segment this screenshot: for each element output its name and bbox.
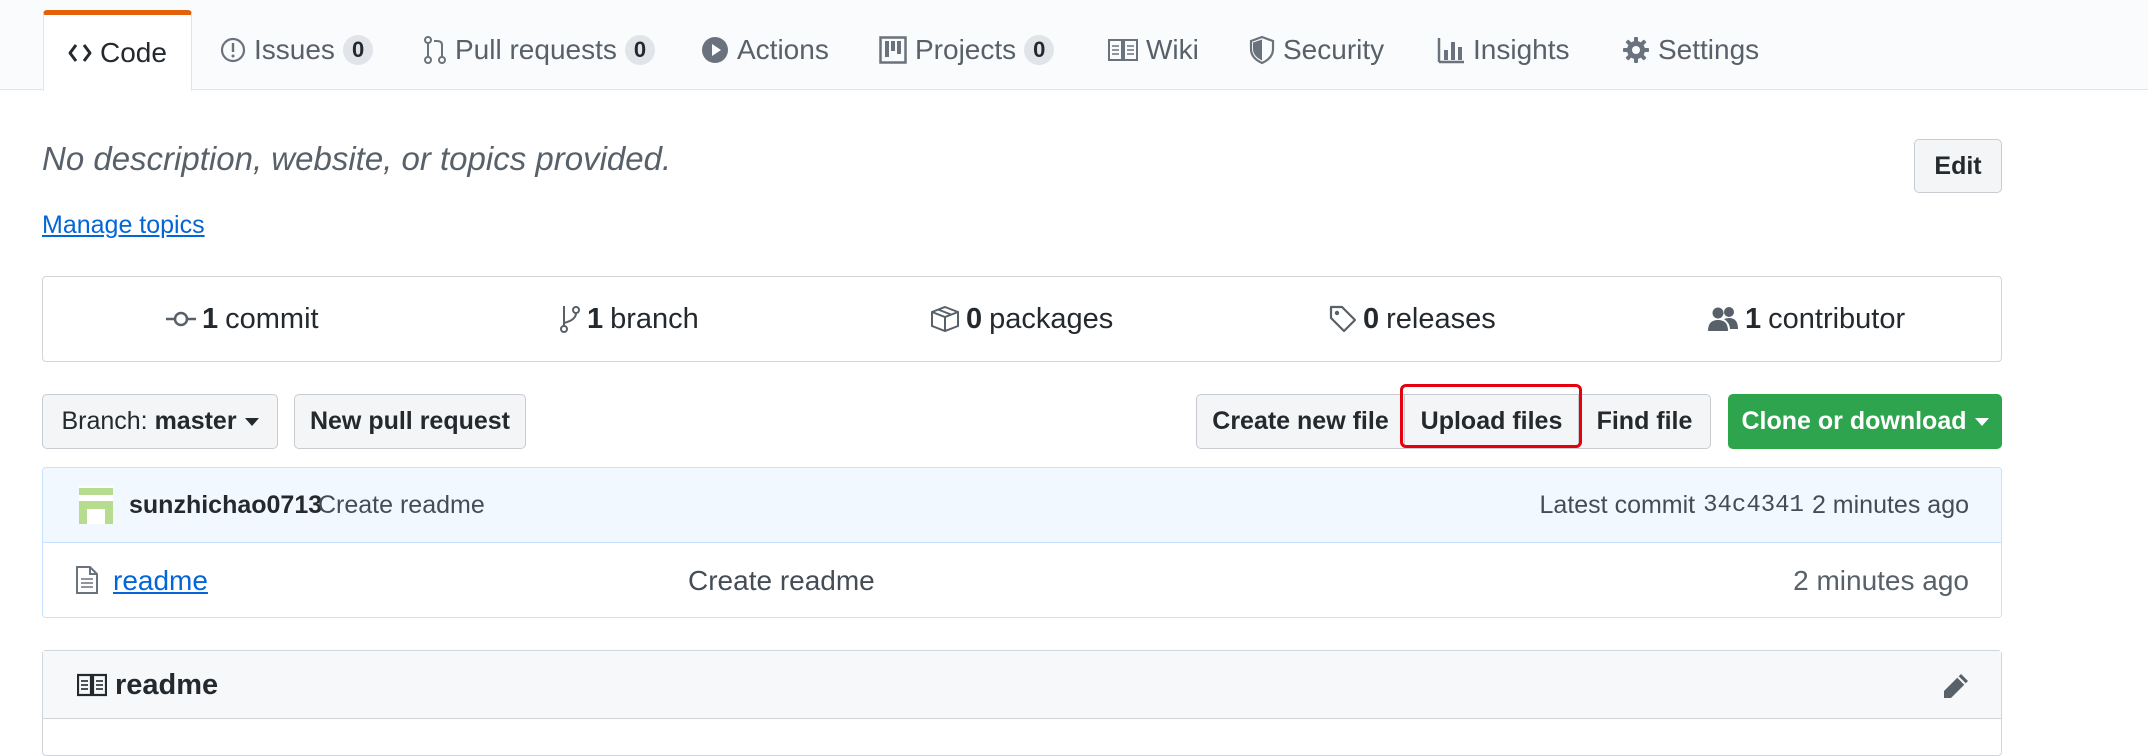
file-name-link[interactable]: readme [113,543,208,617]
latest-commit-prefix: Latest commit [1539,491,1696,519]
releases-label: releases [1386,302,1496,335]
clone-or-download-button[interactable]: Clone or download [1728,394,2002,449]
people-icon [1708,307,1738,331]
tab-settings-label: Settings [1658,34,1760,65]
commit-message-link[interactable]: Create readme [318,468,485,543]
book-icon [1108,39,1138,61]
file-commit-message-link[interactable]: Create readme [688,543,875,617]
latest-commit-bar: sunzhichao0713 Create readme Latest comm… [43,468,2001,543]
tag-icon [1329,305,1357,333]
graph-icon [1437,38,1464,64]
upload-files-highlight-box [1400,384,1582,448]
tab-actions[interactable]: Actions [701,10,829,90]
tab-security[interactable]: Security [1249,10,1384,90]
pull-requests-counter: 0 [624,35,656,65]
tab-actions-label: Actions [737,34,829,65]
commit-author-link[interactable]: sunzhichao0713 [129,468,322,543]
branch-name: master [154,407,237,435]
branches-stat[interactable]: 1 branch [559,277,699,361]
repo-description: No description, website, or topics provi… [42,140,672,177]
shield-icon [1249,35,1275,65]
edit-description-button[interactable]: Edit [1914,139,2002,193]
contributors-label: contributor [1768,302,1906,335]
repo-summary-bar: 1 commit 1 branch 0 packages 0 releases … [42,276,2002,362]
branches-label: branch [610,302,699,335]
packages-count: 0 [966,302,983,335]
tab-code[interactable]: Code [43,10,192,91]
releases-stat[interactable]: 0 releases [1329,277,1496,361]
branch-prefix: Branch: [61,407,148,435]
latest-commit-info: Latest commit 34c4341 2 minutes ago [1540,468,1969,543]
play-icon [702,37,728,63]
package-icon [931,305,959,333]
issues-counter: 0 [342,35,374,65]
tab-security-label: Security [1283,34,1385,65]
book-icon [77,673,107,697]
tab-wiki[interactable]: Wiki [1108,10,1199,90]
tab-insights[interactable]: Insights [1437,10,1570,90]
file-icon [76,566,98,594]
readme-header: readme [43,651,2001,719]
tab-pull-requests-label: Pull requests [455,34,617,65]
tab-issues-label: Issues [254,34,335,65]
create-new-file-button[interactable]: Create new file [1196,394,1405,449]
gear-icon [1623,37,1649,63]
tab-projects-label: Projects [915,34,1017,65]
tab-code-label: Code [100,37,167,68]
packages-label: packages [989,302,1114,335]
branch-select-button[interactable]: Branch: master [42,394,278,449]
find-file-button[interactable]: Find file [1578,394,1711,449]
contributors-count: 1 [1745,302,1762,335]
releases-count: 0 [1363,302,1380,335]
tab-wiki-label: Wiki [1146,34,1199,65]
branches-count: 1 [587,302,604,335]
avatar[interactable] [79,486,113,524]
tab-insights-label: Insights [1473,34,1570,65]
git-branch-icon [560,306,580,333]
git-pull-request-icon [424,36,446,64]
issue-opened-icon [220,37,246,63]
new-pull-request-button[interactable]: New pull request [294,394,526,449]
commits-stat[interactable]: 1 commit [166,277,319,361]
commit-sha-link[interactable]: 34c4341 [1703,492,1804,519]
tab-issues[interactable]: Issues 0 [220,10,374,90]
packages-stat[interactable]: 0 packages [930,277,1113,361]
code-icon [68,44,92,62]
file-age: 2 minutes ago [1793,565,1969,596]
repo-tab-nav: Code Issues 0 Pull requests 0 Actions Pr… [0,0,2148,91]
contributors-stat[interactable]: 1 contributor [1707,277,1905,361]
latest-commit-age: 2 minutes ago [1811,491,1969,519]
chevron-down-icon [244,417,259,426]
commits-label: commit [225,302,319,335]
chevron-down-icon [1974,417,1989,426]
manage-topics-link[interactable]: Manage topics [42,211,205,240]
table-row: readme Create readme 2 minutes ago [43,543,2001,617]
tab-settings[interactable]: Settings [1622,10,1759,90]
clone-or-download-label: Clone or download [1741,407,1967,435]
commits-count: 1 [202,302,219,335]
readme-title: readme [115,668,219,701]
projects-counter: 0 [1024,35,1055,65]
tab-projects[interactable]: Projects 0 [879,10,1055,90]
commit-icon [166,311,196,327]
project-icon [879,36,907,64]
file-navigation-table: sunzhichao0713 Create readme Latest comm… [42,467,2002,618]
tab-pull-requests[interactable]: Pull requests 0 [423,10,656,90]
pencil-icon[interactable] [1941,671,1971,701]
readme-box: readme [42,650,2002,756]
